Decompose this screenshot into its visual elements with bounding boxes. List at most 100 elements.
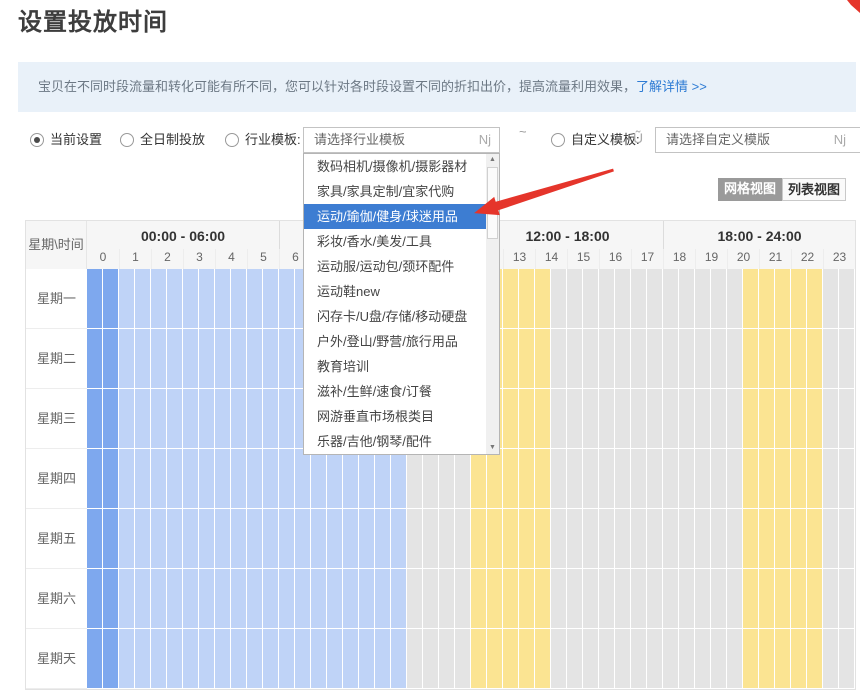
- time-cell[interactable]: [695, 269, 711, 329]
- time-cell[interactable]: [535, 569, 551, 629]
- time-cell[interactable]: [839, 629, 855, 689]
- time-cell[interactable]: [791, 389, 807, 449]
- dropdown-item[interactable]: 网游垂直市场根类目: [304, 404, 486, 429]
- time-cell[interactable]: [823, 569, 839, 629]
- time-cell[interactable]: [535, 449, 551, 509]
- time-cell[interactable]: [423, 629, 439, 689]
- time-cell[interactable]: [487, 569, 503, 629]
- time-cell[interactable]: [791, 449, 807, 509]
- time-cell[interactable]: [199, 449, 215, 509]
- time-cell[interactable]: [135, 329, 151, 389]
- custom-template-select[interactable]: 请选择自定义模版 Nj: [655, 127, 860, 153]
- time-cell[interactable]: [663, 569, 679, 629]
- time-cell[interactable]: [663, 389, 679, 449]
- time-cell[interactable]: [423, 569, 439, 629]
- time-cell[interactable]: [455, 629, 471, 689]
- time-cell[interactable]: [119, 509, 135, 569]
- time-cell[interactable]: [135, 449, 151, 509]
- time-cell[interactable]: [423, 449, 439, 509]
- time-cell[interactable]: [727, 449, 743, 509]
- time-cell[interactable]: [663, 329, 679, 389]
- time-cell[interactable]: [359, 509, 375, 569]
- time-cell[interactable]: [231, 449, 247, 509]
- time-cell[interactable]: [87, 389, 103, 449]
- radio-custom-template[interactable]: 自定义模板:: [551, 132, 640, 148]
- dropdown-item[interactable]: 运动服/运动包/颈环配件: [304, 254, 486, 279]
- time-cell[interactable]: [551, 449, 567, 509]
- time-cell[interactable]: [663, 269, 679, 329]
- time-cell[interactable]: [647, 329, 663, 389]
- time-cell[interactable]: [583, 629, 599, 689]
- dropdown-item[interactable]: 滋补/生鲜/速食/订餐: [304, 379, 486, 404]
- time-cell[interactable]: [759, 269, 775, 329]
- time-cell[interactable]: [279, 629, 295, 689]
- time-cell[interactable]: [631, 329, 647, 389]
- time-cell[interactable]: [807, 389, 823, 449]
- time-cell[interactable]: [167, 449, 183, 509]
- time-cell[interactable]: [471, 629, 487, 689]
- time-cell[interactable]: [631, 269, 647, 329]
- time-cell[interactable]: [727, 569, 743, 629]
- time-cell[interactable]: [551, 269, 567, 329]
- time-cell[interactable]: [407, 629, 423, 689]
- time-cell[interactable]: [311, 629, 327, 689]
- time-cell[interactable]: [647, 509, 663, 569]
- time-cell[interactable]: [663, 509, 679, 569]
- time-cell[interactable]: [647, 269, 663, 329]
- time-cell[interactable]: [247, 329, 263, 389]
- time-cell[interactable]: [599, 389, 615, 449]
- time-cell[interactable]: [455, 569, 471, 629]
- time-cell[interactable]: [135, 389, 151, 449]
- time-cell[interactable]: [775, 509, 791, 569]
- time-cell[interactable]: [183, 329, 199, 389]
- time-cell[interactable]: [183, 269, 199, 329]
- time-cell[interactable]: [503, 389, 519, 449]
- dropdown-item[interactable]: 教育培训: [304, 354, 486, 379]
- time-cell[interactable]: [647, 389, 663, 449]
- time-cell[interactable]: [199, 269, 215, 329]
- time-cell[interactable]: [151, 269, 167, 329]
- time-cell[interactable]: [583, 269, 599, 329]
- time-cell[interactable]: [535, 269, 551, 329]
- time-cell[interactable]: [295, 629, 311, 689]
- time-cell[interactable]: [487, 629, 503, 689]
- time-cell[interactable]: [231, 329, 247, 389]
- time-cell[interactable]: [87, 569, 103, 629]
- time-cell[interactable]: [391, 449, 407, 509]
- time-cell[interactable]: [407, 449, 423, 509]
- time-cell[interactable]: [567, 389, 583, 449]
- time-cell[interactable]: [839, 269, 855, 329]
- time-cell[interactable]: [615, 389, 631, 449]
- time-cell[interactable]: [711, 449, 727, 509]
- time-cell[interactable]: [247, 569, 263, 629]
- time-cell[interactable]: [551, 569, 567, 629]
- time-cell[interactable]: [247, 449, 263, 509]
- time-cell[interactable]: [279, 269, 295, 329]
- time-cell[interactable]: [167, 569, 183, 629]
- time-cell[interactable]: [279, 509, 295, 569]
- radio-all-day[interactable]: 全日制投放: [120, 132, 205, 148]
- time-cell[interactable]: [487, 449, 503, 509]
- time-cell[interactable]: [167, 329, 183, 389]
- time-cell[interactable]: [823, 269, 839, 329]
- time-cell[interactable]: [471, 569, 487, 629]
- time-cell[interactable]: [679, 389, 695, 449]
- time-cell[interactable]: [775, 449, 791, 509]
- time-cell[interactable]: [343, 509, 359, 569]
- time-cell[interactable]: [679, 509, 695, 569]
- time-cell[interactable]: [263, 569, 279, 629]
- time-cell[interactable]: [247, 629, 263, 689]
- time-cell[interactable]: [807, 269, 823, 329]
- time-cell[interactable]: [167, 269, 183, 329]
- time-cell[interactable]: [263, 269, 279, 329]
- time-cell[interactable]: [119, 389, 135, 449]
- time-cell[interactable]: [631, 449, 647, 509]
- time-cell[interactable]: [103, 449, 119, 509]
- time-cell[interactable]: [759, 569, 775, 629]
- time-cell[interactable]: [135, 269, 151, 329]
- time-cell[interactable]: [455, 449, 471, 509]
- dropdown-item[interactable]: 运动鞋new: [304, 279, 486, 304]
- time-cell[interactable]: [663, 449, 679, 509]
- time-cell[interactable]: [519, 389, 535, 449]
- time-cell[interactable]: [679, 269, 695, 329]
